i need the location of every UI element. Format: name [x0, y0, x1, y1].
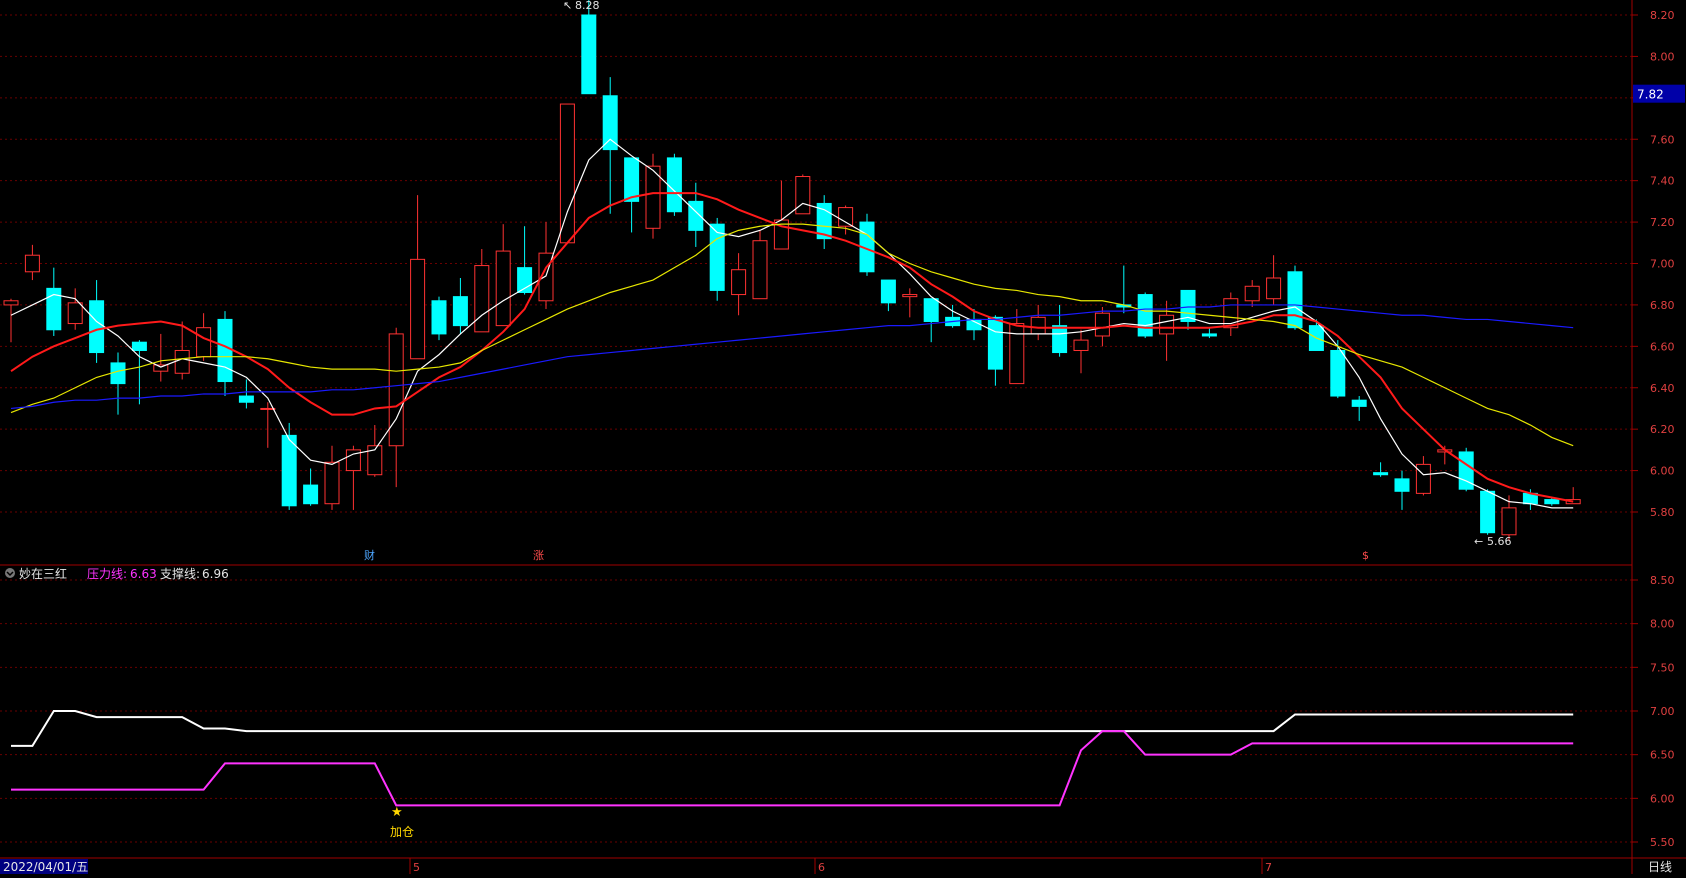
candle-up: [902, 294, 918, 298]
candle-up: [795, 176, 811, 215]
candle-up: [495, 250, 511, 327]
sub-axis-tick-label: 8.50: [1650, 574, 1675, 587]
main-axis-tick-label: 6.40: [1650, 382, 1675, 395]
candle-down: [431, 300, 447, 335]
main-axis-tick-label: 7.00: [1650, 258, 1675, 271]
main-axis-tick-label: 7.40: [1650, 175, 1675, 188]
candle-down: [880, 279, 896, 304]
candle-down: [1330, 349, 1346, 397]
sub-axis-tick-label: 5.50: [1650, 836, 1675, 849]
candle-down: [281, 434, 297, 507]
indicator-collapse-icon[interactable]: [5, 568, 15, 578]
candle-up: [1009, 323, 1025, 385]
candle-down: [602, 95, 618, 151]
candle-down: [217, 318, 233, 383]
candle-up: [474, 265, 490, 333]
candle-down: [1351, 399, 1367, 407]
candle-down: [709, 223, 725, 291]
kline-chart-stage[interactable]: 5.80 6.00 6.20 6.40 6.60 6.80 7.00 7.20 7.40 7.60…: [0, 0, 1686, 874]
candle-down: [131, 341, 147, 351]
candle-down: [666, 157, 682, 213]
candle-up: [410, 258, 426, 360]
sub-axis-tick-label: 7.50: [1650, 661, 1675, 674]
candle-up: [559, 103, 575, 244]
candle-up: [1159, 314, 1175, 335]
sub-axis-tick-label: 8.00: [1650, 618, 1675, 631]
signal-star-icon: ★: [391, 805, 403, 820]
event-marker-dollar[interactable]: $: [1362, 549, 1369, 562]
main-axis-tick-label: 6.00: [1650, 465, 1675, 478]
candle-up: [731, 269, 747, 296]
date-label: 2022/04/01/五: [3, 860, 88, 874]
pressure-line-value: 6.63: [130, 567, 157, 581]
current-price-value: 7.82: [1637, 88, 1664, 102]
candle-up: [1501, 507, 1517, 536]
candle-down: [624, 157, 640, 202]
candle-up: [174, 349, 190, 374]
low-marker-arrow: ←: [1474, 535, 1483, 548]
candle-up: [153, 364, 169, 372]
candle-up: [196, 327, 212, 358]
event-marker-rise[interactable]: 涨: [533, 549, 544, 562]
low-price-marker: 5.66: [1487, 535, 1512, 548]
candle-up: [388, 333, 404, 447]
main-axis-tick-label: 7.60: [1650, 133, 1675, 146]
month-tick-label: 7: [1265, 861, 1272, 874]
candle-down: [1544, 499, 1560, 505]
candle-up: [1073, 339, 1089, 351]
candle-down: [1137, 294, 1153, 337]
candle-down: [89, 300, 105, 354]
candle-up: [1094, 312, 1110, 337]
candle-down: [1373, 472, 1389, 476]
kline-chart[interactable]: 5.80 6.00 6.20 6.40 6.60 6.80 7.00 7.20 7.40 7.60…: [0, 0, 1686, 874]
main-axis-tick-label: 6.20: [1650, 423, 1675, 436]
sub-axis-tick-label: 6.00: [1650, 792, 1675, 805]
event-marker-finance[interactable]: 财: [364, 548, 375, 562]
candle-up: [838, 207, 854, 227]
candle-up: [324, 461, 340, 505]
period-label[interactable]: 日线: [1648, 860, 1672, 874]
main-axis-tick-label: 8.00: [1650, 50, 1675, 63]
signal-label: 加仓: [390, 825, 414, 839]
candle-up: [3, 300, 19, 306]
sub-axis-tick-label: 6.50: [1650, 749, 1675, 762]
candle-down: [923, 298, 939, 322]
candle-down: [987, 316, 1003, 370]
candle-down: [238, 395, 254, 403]
high-marker-arrow: ↖: [563, 0, 572, 12]
main-axis-tick-label: 6.60: [1650, 340, 1675, 353]
indicator-name[interactable]: 妙在三红: [19, 566, 67, 581]
support-line-value: 6.96: [202, 567, 229, 581]
pressure-line-label: 压力线:: [87, 567, 127, 581]
main-axis-tick-label: 5.80: [1650, 506, 1675, 519]
main-axis-tick-label: 6.80: [1650, 299, 1675, 312]
month-tick-label: 5: [413, 861, 420, 874]
candle-down: [1394, 478, 1410, 492]
candle-down: [452, 296, 468, 327]
month-tick-label: 6: [818, 861, 825, 874]
candle-down: [1052, 325, 1068, 354]
candle-down: [1201, 333, 1217, 337]
candle-down: [1287, 271, 1303, 329]
candle-down: [110, 362, 126, 385]
candle-down: [303, 484, 319, 505]
high-price-marker: 8.28: [575, 0, 600, 12]
candle-up: [1266, 277, 1282, 300]
candle-down: [581, 14, 597, 95]
main-axis-tick-label: 7.20: [1650, 216, 1675, 229]
sub-axis-tick-label: 7.00: [1650, 705, 1675, 718]
candle-up: [1030, 316, 1046, 335]
candle-up: [752, 240, 768, 300]
candle-up: [67, 302, 83, 325]
main-axis-tick-label: 8.20: [1650, 9, 1675, 22]
candle-up: [1415, 463, 1431, 494]
support-line-label: 支撑线:: [160, 566, 200, 581]
candle-up: [1244, 285, 1260, 302]
candle-up: [24, 254, 40, 273]
candle-down: [1480, 490, 1496, 534]
